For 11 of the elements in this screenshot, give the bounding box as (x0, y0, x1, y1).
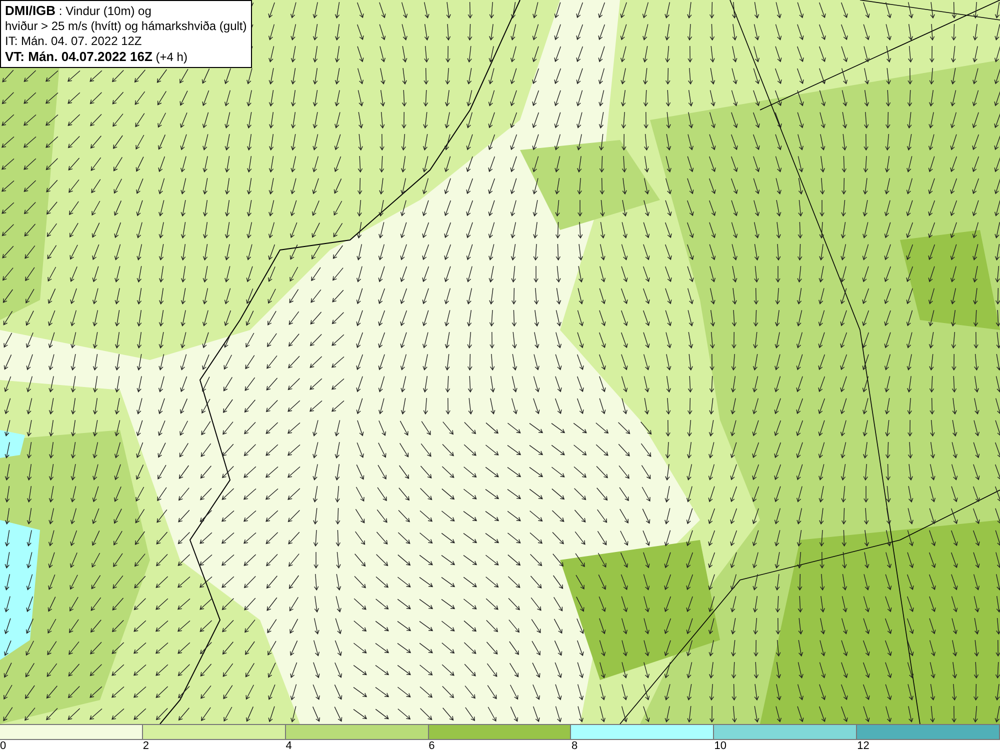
legend-tick-label: 0 (0, 740, 6, 753)
title-line: DMI/IGB : Vindur (10m) og (5, 3, 152, 19)
title-line: IT: Mán. 04. 07. 2022 12Z (5, 34, 143, 49)
legend-tick-label: 10 (714, 740, 727, 753)
title-line: hviður > 25 m/s (hvítt) og hámarkshviða (gult) (5, 19, 247, 34)
legend-tick-label: 8 (571, 740, 578, 753)
title-line: VT: Mán. 04.07.2022 16Z (+4 h) (5, 49, 188, 65)
legend-tick-label: 4 (286, 740, 292, 753)
legend-tick-label: 6 (428, 740, 435, 753)
legend-tick-label: 2 (142, 740, 149, 753)
legend-tick-label: 12 (857, 740, 870, 753)
